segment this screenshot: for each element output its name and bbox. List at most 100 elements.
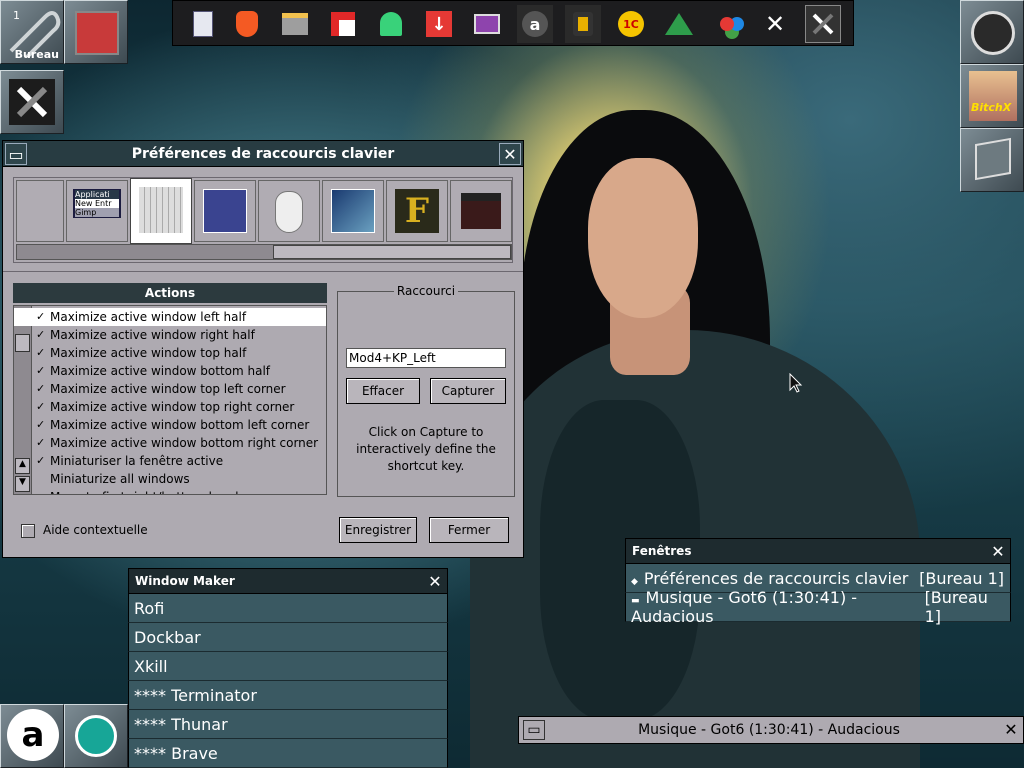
prefs-titlebar[interactable]: ▭ Préférences de raccourcis clavier ✕ <box>3 141 523 167</box>
close-x-icon[interactable]: ✕ <box>757 5 793 43</box>
search-doc-icon[interactable] <box>185 5 221 43</box>
close-icon[interactable]: ✕ <box>499 143 521 165</box>
a-icon[interactable]: a <box>517 5 553 43</box>
shortcut-input[interactable] <box>346 348 506 368</box>
menu-item[interactable]: **** Brave <box>128 739 448 768</box>
window-maker-title-text: Window Maker <box>135 574 235 588</box>
context-help-checkbox[interactable] <box>21 524 35 538</box>
mouse-icon <box>275 191 303 233</box>
top-dock: ↓ a 1C ✕ <box>172 0 854 46</box>
apps-tile[interactable] <box>64 0 128 64</box>
keyboard-icon <box>139 187 183 233</box>
action-item[interactable]: ✓ Maximize active window top right corner <box>14 398 326 416</box>
tab-window-handling[interactable] <box>16 180 64 242</box>
audacious-title: Musique - Got6 (1:30:41) - Audacious <box>638 722 900 738</box>
window-list-label: Musique - Got6 (1:30:41) - Audacious <box>631 588 858 626</box>
tab-mouse[interactable] <box>258 180 320 242</box>
windows-list-title[interactable]: Fenêtres ✕ <box>625 538 1011 564</box>
tab-fonts[interactable]: F <box>386 180 448 242</box>
plant-icon[interactable] <box>661 5 697 43</box>
window-list-item[interactable]: ▬ Musique - Got6 (1:30:41) - Audacious [Bu… <box>625 588 1011 626</box>
menu-item[interactable]: Rofi <box>128 594 448 623</box>
tabs-scroll-thumb[interactable] <box>273 245 511 259</box>
tab-expert[interactable] <box>450 180 512 242</box>
tab-window-placement[interactable] <box>194 180 256 242</box>
menu-item[interactable]: Xkill <box>128 652 448 681</box>
audacious-minimize-icon[interactable]: ▭ <box>523 720 545 740</box>
action-item[interactable]: Miniaturize all windows <box>14 470 326 488</box>
workspace-clip[interactable]: 1 Bureau <box>0 0 64 64</box>
flipboard-icon[interactable] <box>325 5 361 43</box>
bitchx-tile[interactable]: BitchX <box>960 64 1024 128</box>
actions-header: Actions <box>13 283 327 303</box>
action-label: Maximize active window bottom right corn… <box>50 436 319 450</box>
clear-button[interactable]: Effacer <box>346 378 420 404</box>
cube-icon <box>975 137 1011 181</box>
close-button[interactable]: Fermer <box>429 517 509 543</box>
check-icon: ✓ <box>36 346 46 359</box>
windows-list-title-text: Fenêtres <box>632 544 692 558</box>
action-item[interactable]: ✓ Maximize active window bottom left corn… <box>14 416 326 434</box>
action-label: Move to first right/bottom head <box>50 490 239 494</box>
graduation-cap-icon <box>461 193 501 229</box>
audio-speaker-icon[interactable] <box>565 5 601 43</box>
action-label: Miniaturiser la fenêtre active <box>50 454 224 468</box>
action-item[interactable]: ✓ Miniaturiser la fenêtre active <box>14 452 326 470</box>
xkill-icon[interactable] <box>805 5 841 43</box>
window-list-item-left: ▬ Musique - Got6 (1:30:41) - Audacious <box>631 588 925 626</box>
dock-main-tile[interactable] <box>960 0 1024 64</box>
action-item[interactable]: ✓ Maximize active window bottom right cor… <box>14 434 326 452</box>
check-icon: ✓ <box>36 418 46 431</box>
window-list-item-left: ◆ Préférences de raccourcis clavier <box>631 569 908 588</box>
a-app-tile[interactable]: a <box>0 704 64 768</box>
tab-appearance[interactable] <box>322 180 384 242</box>
mouse-cursor-icon <box>789 373 803 393</box>
menu-item[interactable]: **** Thunar <box>128 710 448 739</box>
circles-icon[interactable] <box>709 5 745 43</box>
menu-close-icon[interactable]: ✕ <box>425 571 445 591</box>
menu-item[interactable]: Dockbar <box>128 623 448 652</box>
window-maker-menu: Window Maker ✕ Rofi Dockbar Xkill **** Term… <box>128 568 448 768</box>
capture-button[interactable]: Capturer <box>430 378 506 404</box>
check-icon: ✓ <box>36 436 46 449</box>
tab-menu-editor[interactable]: Applicati New Entr Gimp <box>66 180 128 242</box>
save-button[interactable]: Enregistrer <box>339 517 417 543</box>
windows-list-close-icon[interactable]: ✕ <box>988 541 1008 561</box>
window-maker-menu-title[interactable]: Window Maker ✕ <box>128 568 448 594</box>
audacious-window[interactable]: ▭ Musique - Got6 (1:30:41) - Audacious ✕ <box>518 716 1024 744</box>
minimize-icon[interactable]: ▭ <box>5 143 27 165</box>
1c-icon[interactable]: 1C <box>613 5 649 43</box>
action-item[interactable]: ✓ Maximize active window right half <box>14 326 326 344</box>
audacious-close-icon[interactable]: ✕ <box>1001 719 1021 741</box>
action-label: Maximize active window top half <box>50 346 247 360</box>
tab-keyboard[interactable] <box>130 178 192 244</box>
brave-icon[interactable] <box>229 5 265 43</box>
files-icon[interactable] <box>277 5 313 43</box>
tabs-scrollbar[interactable] <box>16 244 512 260</box>
action-item[interactable]: ✓ Maximize active window bottom half <box>14 362 326 380</box>
divider <box>3 271 523 272</box>
check-icon: ✓ <box>36 364 46 377</box>
action-item[interactable]: ✓ Maximize active window left half <box>14 308 326 326</box>
action-item[interactable]: ✓ Maximize active window top half <box>14 344 326 362</box>
prefs-window: ▭ Préférences de raccourcis clavier ✕ Ap… <box>2 140 524 558</box>
cube-tile[interactable] <box>960 128 1024 192</box>
xkill-tile[interactable] <box>0 70 64 134</box>
menu-item[interactable]: **** Terminator <box>128 681 448 710</box>
shutter-icon <box>75 715 117 757</box>
app-grid-icon <box>75 11 119 55</box>
shutter-tile[interactable] <box>64 704 128 768</box>
windows-list-menu: Fenêtres ✕ ◆ Préférences de raccourcis cl… <box>625 538 1011 626</box>
action-item[interactable]: Move to first right/bottom head <box>14 488 326 494</box>
ghost-icon[interactable] <box>373 5 409 43</box>
download-icon[interactable]: ↓ <box>421 5 457 43</box>
check-icon: ✓ <box>36 454 46 467</box>
prefs-title: Préférences de raccourcis clavier <box>131 145 395 162</box>
check-icon: ✓ <box>36 310 46 323</box>
placement-icon <box>203 189 247 233</box>
settings-monitor-icon[interactable] <box>469 5 505 43</box>
xkill-icon <box>9 79 55 125</box>
workspace-name: Bureau <box>14 48 59 61</box>
check-icon: ✓ <box>36 400 46 413</box>
action-item[interactable]: ✓ Maximize active window top left corner <box>14 380 326 398</box>
